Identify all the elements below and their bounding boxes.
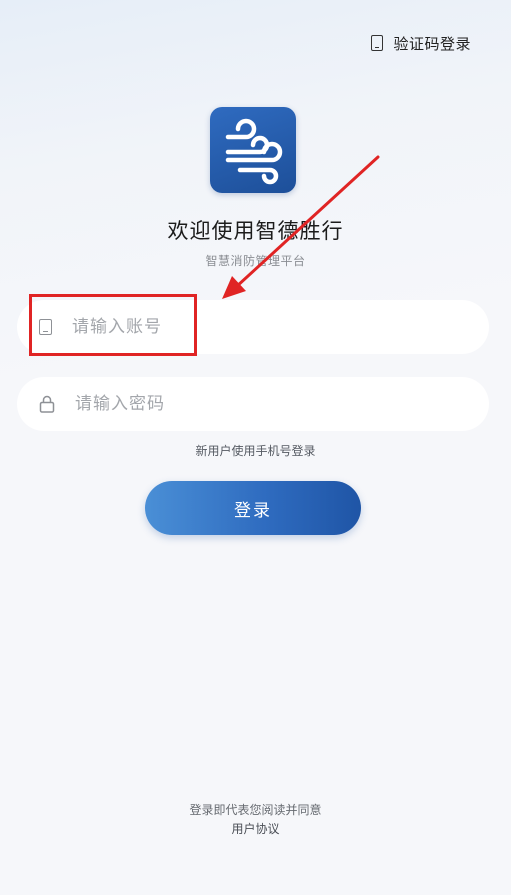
- password-field[interactable]: [17, 377, 489, 431]
- agreement-text: 登录即代表您阅读并同意: [189, 803, 322, 817]
- app-subtitle: 智慧消防管理平台: [205, 254, 306, 268]
- user-agreement-link[interactable]: 用户协议: [0, 820, 511, 837]
- phone-icon: [371, 35, 384, 51]
- lock-icon: [39, 395, 55, 413]
- new-user-phone-login-link[interactable]: 新用户使用手机号登录: [0, 442, 511, 459]
- login-button[interactable]: 登录: [145, 481, 361, 535]
- app-logo: [210, 107, 296, 193]
- account-input[interactable]: [70, 316, 434, 338]
- password-input[interactable]: [73, 393, 437, 415]
- app-title: 欢迎使用智德胜行: [167, 219, 344, 243]
- account-icon: [39, 319, 52, 335]
- account-field[interactable]: [17, 300, 489, 354]
- wind-logo-icon: [225, 118, 283, 185]
- sms-login-button[interactable]: 验证码登录: [371, 30, 471, 56]
- sms-login-label: 验证码登录: [393, 34, 471, 53]
